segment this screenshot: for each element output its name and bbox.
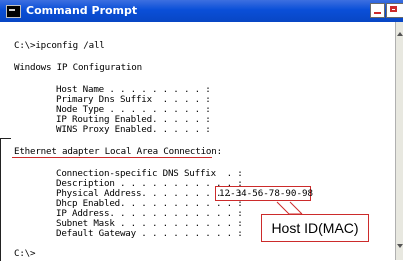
scroll-down-arrow-icon[interactable] [397,244,403,248]
command-prompt-icon [6,5,21,18]
background-window-edge [0,138,11,261]
vertical-scrollbar[interactable] [395,22,403,260]
title-bar[interactable]: Command Prompt [0,0,403,22]
minimize-button[interactable] [370,3,385,18]
prompt-command-line: C:\>ipconfig /all [14,40,105,51]
maximize-icon [390,6,397,12]
maximize-button[interactable] [386,3,403,18]
scroll-up-arrow-icon[interactable] [397,32,403,36]
adapter-heading: Ethernet adapter Local Area Connection: [14,146,222,157]
minimize-icon [374,12,381,14]
mac-address-value: 12-34-56-78-90-98 [219,188,314,199]
section-heading: Windows IP Configuration [14,62,142,73]
output-line: Default Gateway . . . . . . . . . : [56,228,243,239]
host-id-callout: Host ID(MAC) [261,214,369,242]
command-prompt-window: Command Prompt C:\>ipconfig /all Windows… [0,0,403,261]
output-line: WINS Proxy Enabled. . . . . : [56,124,211,135]
prompt-line: C:\> [14,248,36,259]
window-title: Command Prompt [26,4,138,17]
adapter-heading-underline [12,157,212,158]
